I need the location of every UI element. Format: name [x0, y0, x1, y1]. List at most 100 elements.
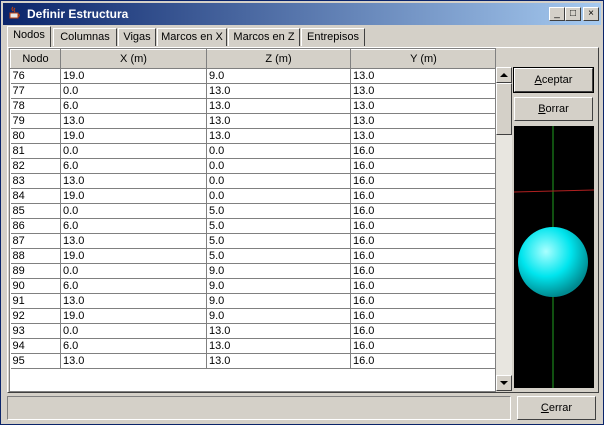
table-cell[interactable]: 0.0 [60, 83, 207, 99]
table-cell[interactable]: 6.0 [60, 338, 207, 354]
table-cell[interactable]: 76 [10, 68, 61, 84]
table-cell[interactable]: 80 [10, 128, 61, 144]
table-row[interactable]: 88 19.0 5.0 16.0 [10, 248, 495, 264]
tab-nodos[interactable]: Nodos [7, 26, 51, 47]
table-cell[interactable]: 81 [10, 143, 61, 159]
table-cell[interactable]: 13.0 [350, 83, 495, 99]
table-cell[interactable]: 89 [10, 263, 61, 279]
table-cell[interactable]: 16.0 [350, 188, 495, 204]
table-row[interactable]: 76 19.0 9.0 13.0 [10, 68, 495, 84]
aceptar-button[interactable]: Aceptar [513, 67, 594, 93]
tab-marcos-en-z[interactable]: Marcos en Z [228, 28, 300, 46]
title-bar[interactable]: Definir Estructura _ □ × [3, 3, 601, 25]
table-cell[interactable]: 16.0 [350, 143, 495, 159]
tab-entrepisos[interactable]: Entrepisos [301, 28, 365, 46]
3d-viewer[interactable] [514, 126, 594, 388]
table-cell[interactable]: 13.0 [60, 293, 207, 309]
table-cell[interactable]: 0.0 [206, 173, 351, 189]
tab-columnas[interactable]: Columnas [53, 28, 117, 46]
table-cell[interactable]: 16.0 [350, 353, 495, 369]
table-row[interactable]: 78 6.0 13.0 13.0 [10, 98, 495, 114]
table-cell[interactable]: 13.0 [206, 323, 351, 339]
table-cell[interactable]: 16.0 [350, 323, 495, 339]
table-cell[interactable]: 0.0 [206, 188, 351, 204]
table-row[interactable]: 77 0.0 13.0 13.0 [10, 83, 495, 99]
table-cell[interactable]: 85 [10, 203, 61, 219]
column-header-z[interactable]: Z (m) [206, 49, 351, 69]
table-cell[interactable]: 5.0 [206, 248, 351, 264]
table-cell[interactable]: 0.0 [206, 158, 351, 174]
table-cell[interactable]: 88 [10, 248, 61, 264]
table-cell[interactable]: 79 [10, 113, 61, 129]
table-cell[interactable]: 95 [10, 353, 61, 369]
table-row[interactable]: 83 13.0 0.0 16.0 [10, 173, 495, 189]
table-cell[interactable]: 16.0 [350, 338, 495, 354]
tab-marcos-en-x[interactable]: Marcos en X [157, 28, 227, 46]
table-cell[interactable]: 9.0 [206, 278, 351, 294]
table-cell[interactable]: 16.0 [350, 203, 495, 219]
table-row[interactable]: 84 19.0 0.0 16.0 [10, 188, 495, 204]
table-cell[interactable]: 9.0 [206, 68, 351, 84]
table-cell[interactable]: 13.0 [206, 98, 351, 114]
table-row[interactable]: 89 0.0 9.0 16.0 [10, 263, 495, 279]
table-row[interactable]: 87 13.0 5.0 16.0 [10, 233, 495, 249]
table-cell[interactable]: 13.0 [350, 113, 495, 129]
table-cell[interactable]: 91 [10, 293, 61, 309]
table-cell[interactable]: 16.0 [350, 308, 495, 324]
table-cell[interactable]: 84 [10, 188, 61, 204]
table-cell[interactable]: 13.0 [60, 353, 207, 369]
close-button[interactable]: × [583, 7, 599, 21]
table-cell[interactable]: 0.0 [60, 203, 207, 219]
table-cell[interactable]: 87 [10, 233, 61, 249]
table-cell[interactable]: 9.0 [206, 308, 351, 324]
table-scrollbar[interactable] [496, 67, 512, 391]
borrar-button[interactable]: Borrar [514, 97, 593, 121]
table-row[interactable]: 86 6.0 5.0 16.0 [10, 218, 495, 234]
table-cell[interactable]: 16.0 [350, 248, 495, 264]
table-cell[interactable]: 83 [10, 173, 61, 189]
table-cell[interactable]: 0.0 [60, 323, 207, 339]
table-cell[interactable]: 13.0 [350, 68, 495, 84]
table-cell[interactable]: 16.0 [350, 293, 495, 309]
table-row[interactable]: 80 19.0 13.0 13.0 [10, 128, 495, 144]
scroll-up-button[interactable] [496, 67, 512, 83]
table-cell[interactable]: 13.0 [60, 173, 207, 189]
table-cell[interactable]: 13.0 [206, 113, 351, 129]
table-row[interactable]: 94 6.0 13.0 16.0 [10, 338, 495, 354]
table-row[interactable]: 91 13.0 9.0 16.0 [10, 293, 495, 309]
table-cell[interactable]: 16.0 [350, 218, 495, 234]
table-cell[interactable]: 16.0 [350, 278, 495, 294]
table-cell[interactable]: 6.0 [60, 98, 207, 114]
table-cell[interactable]: 0.0 [206, 143, 351, 159]
table-cell[interactable]: 9.0 [206, 293, 351, 309]
maximize-button[interactable]: □ [565, 7, 581, 21]
table-row[interactable]: 79 13.0 13.0 13.0 [10, 113, 495, 129]
table-cell[interactable]: 13.0 [206, 128, 351, 144]
table-row[interactable]: 85 0.0 5.0 16.0 [10, 203, 495, 219]
table-cell[interactable]: 77 [10, 83, 61, 99]
table-row[interactable]: 81 0.0 0.0 16.0 [10, 143, 495, 159]
table-cell[interactable]: 0.0 [60, 263, 207, 279]
table-cell[interactable]: 94 [10, 338, 61, 354]
table-cell[interactable]: 5.0 [206, 233, 351, 249]
table-cell[interactable]: 16.0 [350, 158, 495, 174]
table-cell[interactable]: 13.0 [206, 338, 351, 354]
table-cell[interactable]: 13.0 [206, 83, 351, 99]
column-header-y[interactable]: Y (m) [350, 49, 495, 69]
table-row[interactable]: 93 0.0 13.0 16.0 [10, 323, 495, 339]
table-row[interactable]: 82 6.0 0.0 16.0 [10, 158, 495, 174]
table-cell[interactable]: 19.0 [60, 68, 207, 84]
table-cell[interactable]: 19.0 [60, 308, 207, 324]
table-cell[interactable]: 6.0 [60, 158, 207, 174]
table-cell[interactable]: 19.0 [60, 128, 207, 144]
table-cell[interactable]: 13.0 [60, 233, 207, 249]
table-cell[interactable]: 13.0 [206, 353, 351, 369]
table-cell[interactable]: 16.0 [350, 263, 495, 279]
table-cell[interactable]: 5.0 [206, 218, 351, 234]
column-header-nodo[interactable]: Nodo [10, 49, 61, 69]
tab-vigas[interactable]: Vigas [118, 28, 156, 46]
table-cell[interactable]: 5.0 [206, 203, 351, 219]
scroll-down-button[interactable] [496, 375, 512, 391]
table-cell[interactable]: 86 [10, 218, 61, 234]
table-cell[interactable]: 19.0 [60, 188, 207, 204]
